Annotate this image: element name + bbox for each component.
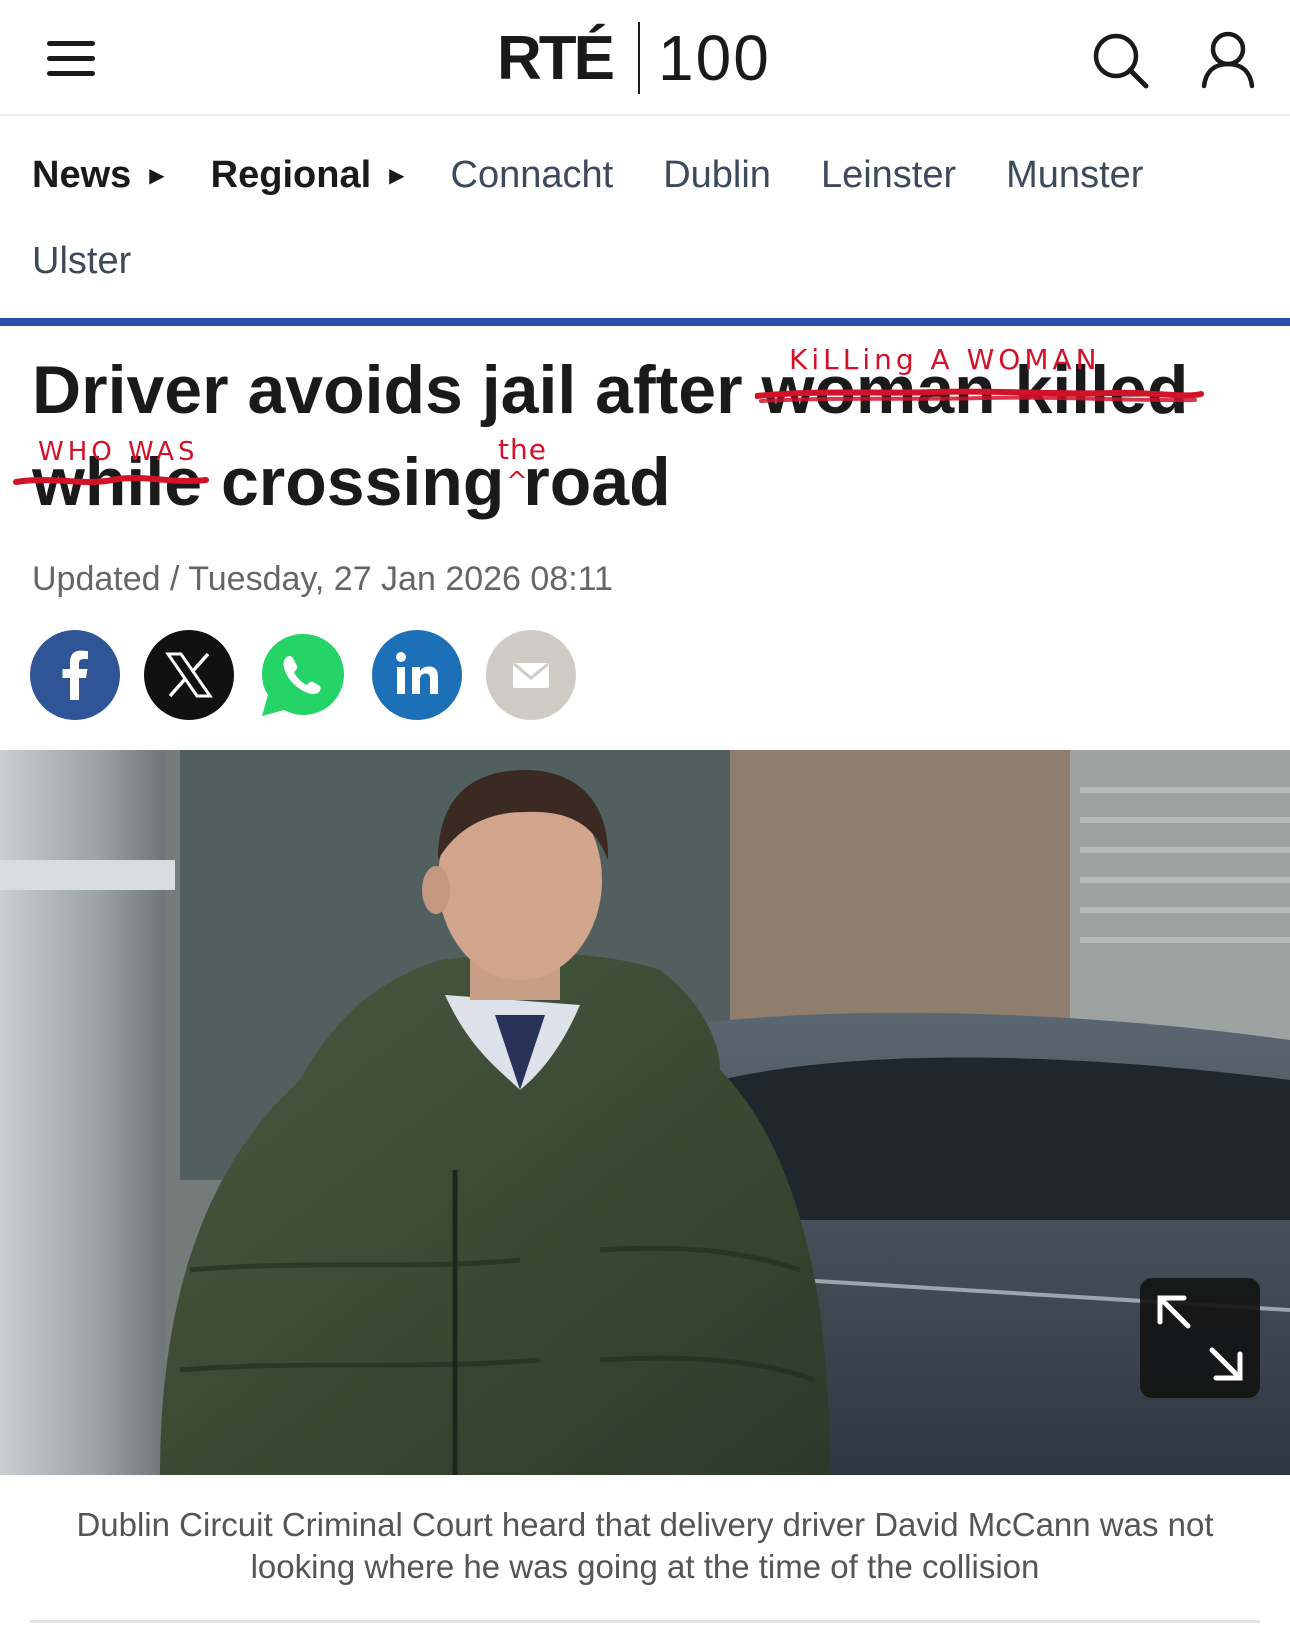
headline-text-2: crossing <box>220 444 505 520</box>
breadcrumb-news[interactable]: News ▶ <box>32 154 211 197</box>
breadcrumb-regional-label: Regional <box>210 153 372 196</box>
caption-divider <box>30 1620 1260 1623</box>
user-icon[interactable] <box>1196 28 1260 92</box>
logo-divider <box>638 22 640 94</box>
site-header: RTÉ 100 <box>0 0 1290 116</box>
breadcrumb-nav: News ▶ Regional ▶ Connacht Dublin Leinst… <box>32 140 1272 296</box>
linkedin-icon <box>396 652 438 694</box>
logo-100-text: 100 <box>658 22 771 94</box>
email-icon <box>513 662 549 688</box>
whatsapp-share-button[interactable] <box>258 630 348 720</box>
article-headline: Driver avoids jail after woman killed Ki… <box>13 343 1272 528</box>
handwritten-annotation-who-was: WHO WAS <box>38 437 199 467</box>
headline-line-2: while crossing road WHO WAS the ^ <box>13 433 1272 528</box>
chevron-right-icon: ▶ <box>149 164 165 187</box>
breadcrumb-regional[interactable]: Regional ▶ <box>211 154 451 197</box>
region-connacht[interactable]: Connacht <box>451 154 614 197</box>
article-dateline: Updated / Tuesday, 27 Jan 2026 08:11 <box>32 560 613 598</box>
rte-100-logo[interactable]: RTÉ 100 <box>497 18 771 98</box>
facebook-icon <box>62 650 88 700</box>
photo-caption: Dublin Circuit Criminal Court heard that… <box>76 1506 1214 1585</box>
share-bar <box>30 630 600 720</box>
logo-rte-text: RTÉ <box>497 23 615 93</box>
x-icon <box>165 652 213 698</box>
region-munster[interactable]: Munster <box>1006 154 1143 197</box>
email-share-button[interactable] <box>486 630 576 720</box>
region-leinster[interactable]: Leinster <box>821 154 956 197</box>
photo-man-in-green-coat <box>0 750 1290 1475</box>
search-icon[interactable] <box>1088 28 1152 92</box>
linkedin-share-button[interactable] <box>372 630 462 720</box>
x-share-button[interactable] <box>144 630 234 720</box>
whatsapp-icon <box>262 634 344 716</box>
breadcrumb-news-label: News <box>32 153 132 196</box>
insertion-caret-icon: ^ <box>506 467 532 497</box>
region-dublin[interactable]: Dublin <box>663 154 771 197</box>
region-ulster[interactable]: Ulster <box>32 240 131 283</box>
hamburger-menu-icon[interactable] <box>44 38 98 80</box>
article-photo[interactable] <box>0 750 1290 1475</box>
expand-icon[interactable] <box>1140 1278 1260 1398</box>
chevron-right-icon: ▶ <box>389 164 405 187</box>
headline-line-1: Driver avoids jail after woman killed Ki… <box>32 343 1272 436</box>
facebook-share-button[interactable] <box>30 630 120 720</box>
handwritten-annotation-killing-a-woman: KiLLing A WOMAN <box>789 343 1101 376</box>
